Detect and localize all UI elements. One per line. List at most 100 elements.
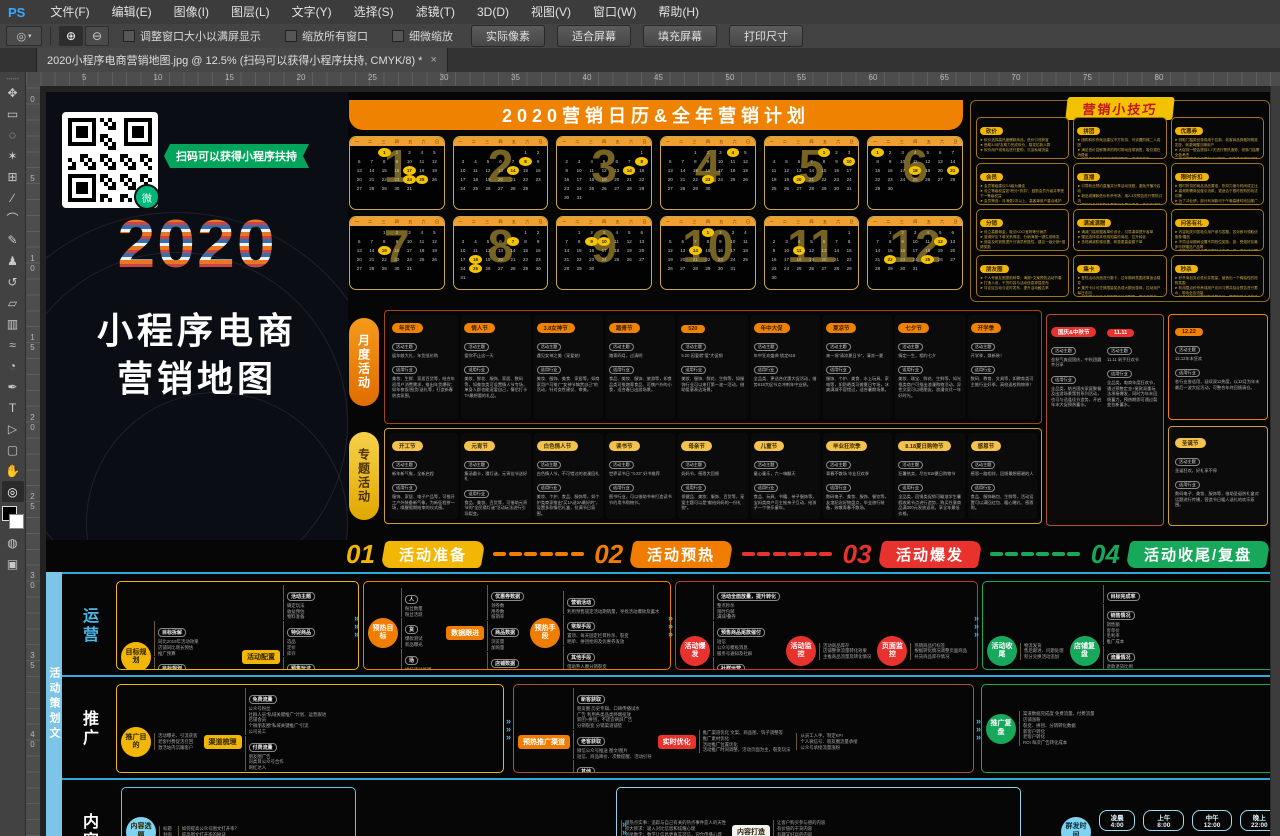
day-cell: 11 [768, 166, 781, 175]
day-cell: 1 [818, 148, 831, 157]
吸管工具-icon[interactable]: ∕ [2, 187, 24, 208]
ruler-number: 70 [1012, 73, 1021, 82]
历史记录画笔工具-icon[interactable]: ↺ [2, 271, 24, 292]
day-cell: 20 [494, 175, 507, 184]
checkbox-box[interactable] [285, 30, 297, 42]
day-cell: 24 [598, 255, 611, 264]
day-cell: 10 [573, 166, 586, 175]
activity-card-元宵节: 元宵节活动主题集汤圆卡，猜灯谜，元宵佳节送好礼适用行业食品、美妆、百货等，可借助… [461, 433, 530, 519]
checkbox-label: 调整窗口大小以满屏显示 [140, 28, 261, 44]
矩形选框工具-icon[interactable]: ▭ [2, 103, 24, 124]
menu-窗口(W)[interactable]: 窗口(W) [582, 5, 647, 19]
option-button[interactable]: 填充屏幕 [643, 25, 717, 47]
branches: 优惠券数据领券数用券数核销率商品数据浏览量加购量店铺数据访问量预估进店转化 [487, 585, 524, 670]
day-cell: 13 [635, 237, 648, 246]
涂抹工具-icon[interactable]: ≈ [2, 334, 24, 355]
day-cell: 23 [585, 255, 598, 264]
weekday-label: 六 [832, 137, 845, 146]
node-内容打造: 内容打造 [732, 825, 770, 836]
ruler-number: 50 [726, 73, 735, 82]
减淡工具-icon[interactable]: ◔ [2, 355, 24, 376]
option-checkbox[interactable]: 细微缩放 [392, 28, 453, 44]
裁剪工具-icon[interactable]: ⊞ [2, 166, 24, 187]
day-cell: 7 [830, 237, 843, 246]
menu-图层(L)[interactable]: 图层(L) [220, 5, 281, 19]
钢笔工具-icon[interactable]: ✒ [2, 376, 24, 397]
zoom-out-button[interactable]: ⊖ [85, 26, 109, 46]
theme-label: 活动主题 [537, 461, 562, 469]
industry-text: 数码、教育、文具等，如教育类可主推行业好季，高校返校购物季！ [971, 376, 1034, 387]
branch: 预售玩法预售工具+秒杀+优惠+定金 [283, 657, 348, 670]
渐变工具-icon[interactable]: ▥ [2, 313, 24, 334]
menu-图像(I)[interactable]: 图像(I) [163, 5, 220, 19]
activity-title: 白色情人节 [537, 441, 579, 451]
套索工具-icon[interactable]: ◌ [2, 124, 24, 145]
branch: 蹭热点实事：追踪与自己有关的热点事件是人的天性欲大欲求：吸入对比信息和炫耀心理列… [621, 820, 726, 836]
industry-label: 适用行业 [826, 366, 851, 374]
time-pill[interactable]: 上午8:00 [1143, 810, 1184, 831]
day-cell: 27 [934, 175, 947, 184]
day-cell: 8 [818, 157, 831, 166]
day-cell: 5 [780, 157, 793, 166]
document-tab[interactable]: 2020小程序电商营销地图.jpg @ 12.5% (扫码可以获得小程序扶持, … [36, 48, 448, 72]
menu-文字(Y)[interactable]: 文字(Y) [281, 5, 343, 19]
weekday-label: 二 [467, 217, 480, 226]
option-button[interactable]: 打印尺寸 [729, 25, 803, 47]
橡皮擦工具-icon[interactable]: ▱ [2, 292, 24, 313]
right-scroll-strip[interactable] [1270, 86, 1280, 836]
menu-滤镜(T)[interactable]: 滤镜(T) [405, 5, 466, 19]
mindmap-cluster: 实时优化推广渠道优化 文案、商品图、钩子调整等推广素材优化活动推广位置优化活动推… [658, 688, 791, 773]
color-swatches[interactable] [2, 506, 24, 532]
ruler-number: 10 [154, 73, 163, 82]
menu-视图(V)[interactable]: 视图(V) [520, 5, 582, 19]
time-pill[interactable]: 凌晨4:00 [1099, 810, 1135, 831]
weekday-label: 一 [557, 137, 570, 146]
移动工具-icon[interactable]: ✥ [2, 82, 24, 103]
tip-line: 利用整点秒杀养成用户访问习惯并结合预告进行蓄水，带动全店流量 [1175, 286, 1260, 296]
option-button[interactable]: 适合屏幕 [557, 25, 631, 47]
day-cell: 22 [573, 255, 586, 264]
option-checkbox[interactable]: 调整窗口大小以满屏显示 [123, 28, 261, 44]
node-目标规划: 目标规划 [121, 642, 151, 670]
修复画笔工具-icon[interactable]: ⌒ [2, 208, 24, 229]
day-cell: 17 [573, 175, 586, 184]
day-cell: 26 [739, 175, 752, 184]
menu-文件(F)[interactable]: 文件(F) [39, 5, 100, 19]
day-cell: 18 [610, 246, 623, 255]
quick-mask-icon[interactable]: ◍ [2, 532, 24, 553]
poster-brand-block: 微 扫码可以获得小程序扶持 2020 小程序电商 营销地图 [46, 92, 348, 540]
day-cell: 20 [353, 175, 366, 184]
day-cell: 16 [391, 246, 404, 255]
option-checkbox[interactable]: 缩放所有窗口 [285, 28, 368, 44]
background-color-swatch[interactable] [9, 514, 24, 529]
横排文字工具-icon[interactable]: T [2, 397, 24, 418]
day-empty [677, 148, 690, 157]
仿制图章工具-icon[interactable]: ♟ [2, 250, 24, 271]
缩放工具-icon[interactable]: ◎ [2, 481, 24, 502]
menu-选择(S)[interactable]: 选择(S) [343, 5, 405, 19]
checkbox-box[interactable] [123, 30, 135, 42]
time-pill[interactable]: 中午12:00 [1192, 810, 1231, 831]
menu-帮助(H)[interactable]: 帮助(H) [647, 5, 710, 19]
checkbox-box[interactable] [392, 30, 404, 42]
画笔工具-icon[interactable]: ✎ [2, 229, 24, 250]
menu-编辑(E)[interactable]: 编辑(E) [101, 5, 163, 19]
tool-preset-zoom[interactable]: ◎▾ [6, 26, 42, 46]
menu-3D(D)[interactable]: 3D(D) [466, 5, 520, 19]
weekday-label: 日 [534, 217, 547, 226]
tab-close-icon[interactable]: × [430, 54, 436, 66]
day-cell: 8 [843, 237, 856, 246]
branch: 社群运营社群触达社群转化 [713, 657, 780, 670]
路径选择工具-icon[interactable]: ▷ [2, 418, 24, 439]
魔棒工具-icon[interactable]: ✶ [2, 145, 24, 166]
day-empty [793, 228, 806, 237]
矩形工具-icon[interactable]: ▢ [2, 439, 24, 460]
day-cell: 21 [677, 175, 690, 184]
time-pill[interactable]: 晚上22:00 [1240, 810, 1270, 831]
photoshop-logo: PS [8, 5, 25, 20]
抓手工具-icon[interactable]: ✋ [2, 460, 24, 481]
zoom-in-button[interactable]: ⊕ [59, 26, 83, 46]
screen-mode-icon[interactable]: ▣ [2, 553, 24, 574]
phase-column: 内容选题标题封面如何提高公众号图文打开率？提高图文打开率的秘诀 [121, 787, 356, 836]
option-button[interactable]: 实际像素 [471, 25, 545, 47]
